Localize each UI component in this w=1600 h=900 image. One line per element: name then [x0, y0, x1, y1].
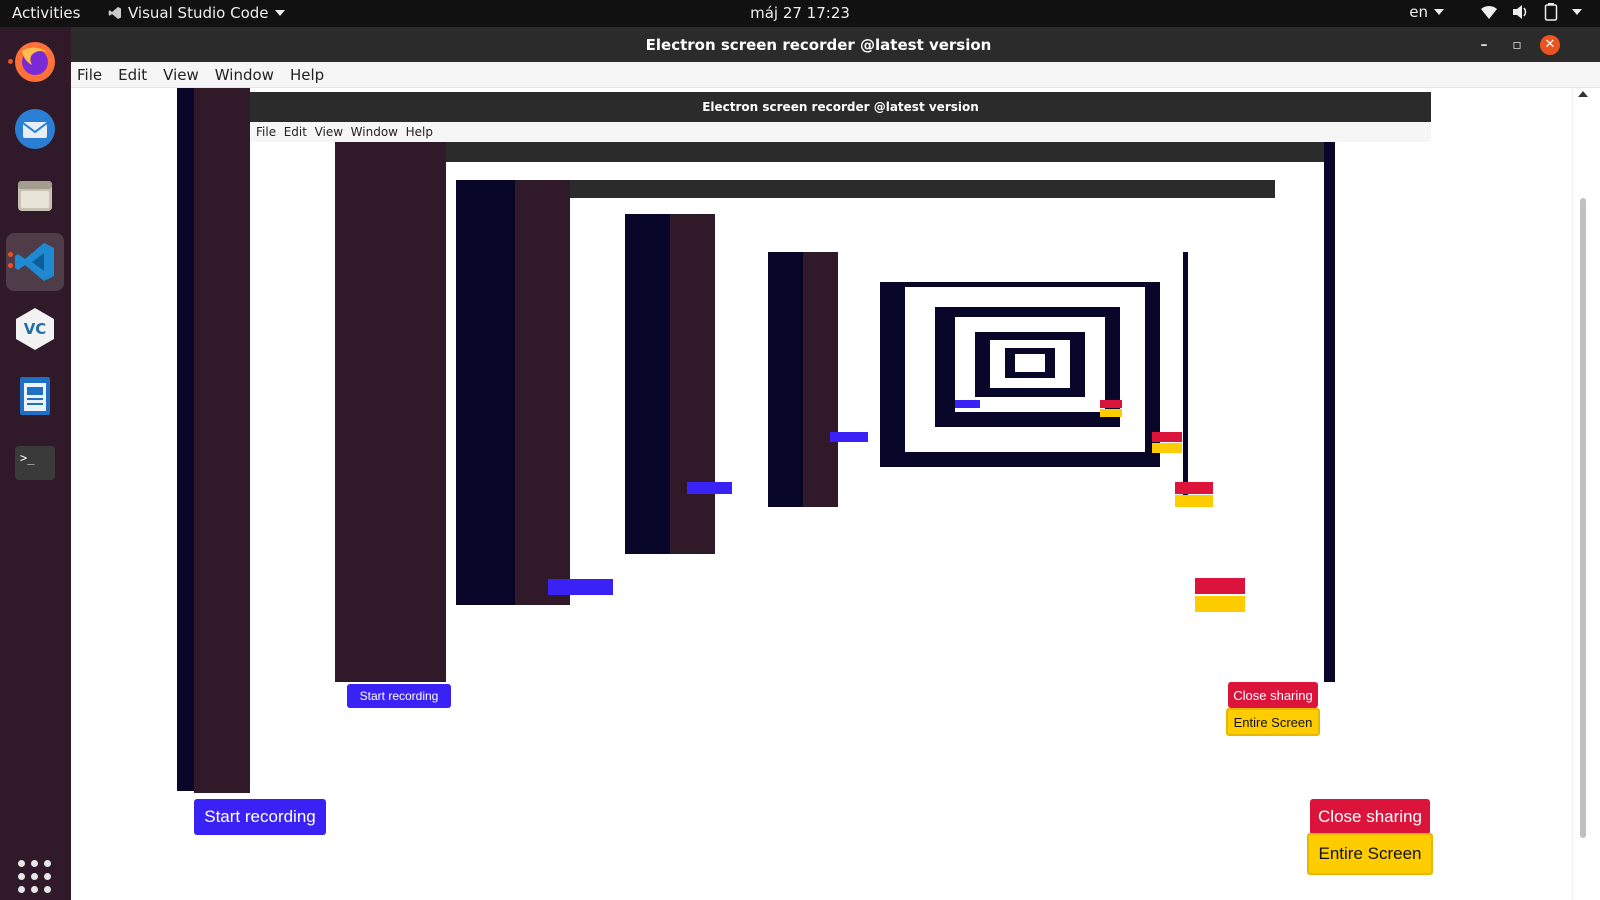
svg-text:>_: >_ [20, 451, 35, 465]
language-label: en [1409, 3, 1428, 21]
running-indicator [8, 252, 13, 257]
preview-window-title: Electron screen recorder @latest version [250, 92, 1431, 122]
menu-view[interactable]: View [163, 66, 199, 84]
battery-icon [1544, 3, 1558, 21]
app-window: Electron screen recorder @latest version… [71, 27, 1600, 900]
menu-bar: File Edit View Window Help [71, 62, 1600, 88]
system-top-bar: Activities Visual Studio Code máj 27 17:… [0, 0, 1600, 27]
files-icon [18, 181, 52, 211]
preview-entire-screen-button: Entire Screen [1226, 708, 1320, 736]
screen-preview-video: Electron screen recorder @latest version… [194, 88, 1449, 793]
preview-menu-bar: File Edit View Window Help [250, 122, 1431, 142]
firefox-icon [15, 42, 55, 82]
dock-item-firefox[interactable] [6, 33, 64, 91]
menu-help[interactable]: Help [290, 66, 324, 84]
volume-icon [1513, 5, 1527, 19]
menu-edit[interactable]: Edit [118, 66, 147, 84]
dock-item-vscode[interactable] [6, 233, 64, 291]
preview-start-recording-button: Start recording [347, 684, 451, 708]
preview-close-sharing-button: Close sharing [1228, 682, 1318, 708]
close-icon[interactable]: ✕ [1540, 35, 1560, 55]
dock-item-writer[interactable] [6, 367, 64, 425]
thunderbird-icon [15, 109, 55, 149]
running-indicator [8, 59, 13, 64]
minimize-icon[interactable]: – [1474, 35, 1494, 55]
dock-item-thunderbird[interactable] [6, 100, 64, 158]
maximize-icon[interactable]: ▫ [1507, 35, 1527, 55]
running-indicator [8, 263, 13, 268]
dock-item-terminal[interactable]: >_ [6, 434, 64, 492]
close-sharing-button[interactable]: Close sharing [1310, 799, 1430, 835]
chevron-down-icon [1572, 9, 1582, 15]
show-applications-icon[interactable] [18, 860, 52, 894]
dock-item-veracrypt[interactable]: VC [6, 300, 64, 358]
wifi-icon [1481, 5, 1497, 19]
menu-window[interactable]: Window [215, 66, 274, 84]
menu-file[interactable]: File [77, 66, 102, 84]
app-content: Electron screen recorder @latest version… [71, 88, 1600, 900]
vscode-icon [15, 243, 54, 281]
language-indicator[interactable]: en [1409, 3, 1444, 21]
window-titlebar[interactable]: Electron screen recorder @latest version… [71, 27, 1600, 62]
entire-screen-button[interactable]: Entire Screen [1307, 833, 1433, 875]
preview-inner-screen [335, 142, 1335, 682]
vertical-scrollbar[interactable] [1572, 88, 1592, 900]
start-recording-button[interactable]: Start recording [194, 799, 326, 835]
writer-icon [20, 377, 50, 415]
clock[interactable]: máj 27 17:23 [0, 4, 1600, 22]
veracrypt-icon: VC [16, 308, 54, 350]
preview-dock [194, 88, 250, 793]
svg-text:VC: VC [24, 320, 47, 338]
dock: VC >_ [0, 27, 71, 900]
system-tray[interactable]: en [1409, 3, 1582, 21]
chevron-down-icon [1434, 9, 1444, 15]
terminal-icon: >_ [15, 446, 55, 480]
dock-item-files[interactable] [6, 167, 64, 225]
window-title: Electron screen recorder @latest version [645, 36, 992, 54]
scroll-up-arrow-icon[interactable] [1578, 91, 1588, 97]
scrollbar-thumb[interactable] [1580, 198, 1586, 838]
